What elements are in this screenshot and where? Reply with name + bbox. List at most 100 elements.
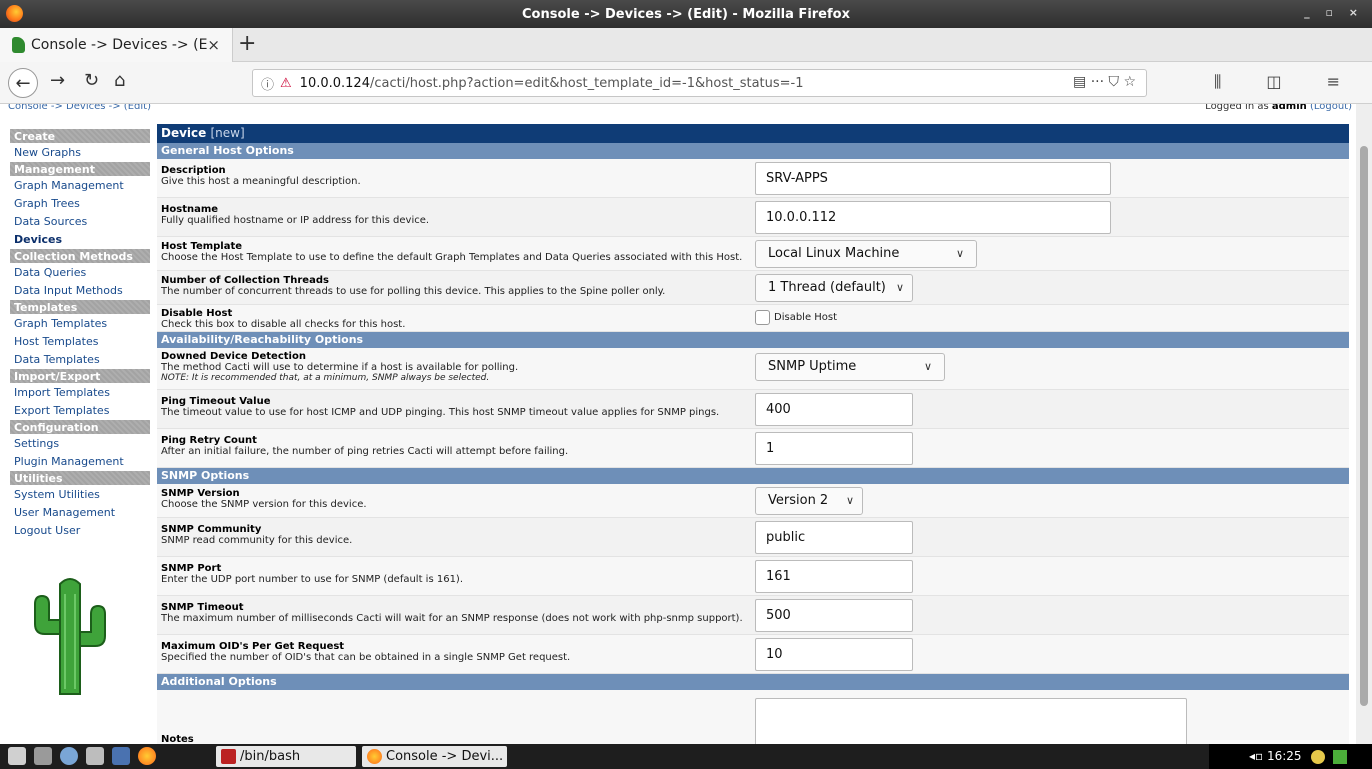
sidebar-menu: Create New Graphs Management Graph Manageme…: [10, 129, 150, 540]
row-ping-timeout: Ping Timeout Value The timeout value to u…: [157, 390, 1349, 429]
scrollbar-thumb[interactable]: [1360, 146, 1368, 706]
url-bar-actions[interactable]: ▤ ··· ⛉ ☆: [1073, 74, 1136, 90]
page-scrollbar[interactable]: [1356, 104, 1372, 744]
sidebar-item-import-templates[interactable]: Import Templates: [10, 384, 150, 402]
desktop-switcher-icon[interactable]: [112, 747, 130, 765]
disable-host-checkbox-label: Disable Host: [774, 312, 838, 323]
sidebar-item-system-utilities[interactable]: System Utilities: [10, 486, 150, 504]
browser-tab[interactable]: Console -> Devices -> (E ×: [0, 28, 233, 62]
notification-icon[interactable]: [1311, 749, 1326, 764]
ping-timeout-input[interactable]: 400: [755, 393, 913, 426]
file-manager-icon[interactable]: [34, 747, 52, 765]
row-downed-device-detection: Downed Device Detection The method Cacti …: [157, 348, 1349, 390]
sidebar-header-templates: Templates: [10, 300, 150, 315]
chevron-down-icon: ∨: [955, 247, 964, 260]
volume-icon[interactable]: ◂▫: [1249, 749, 1263, 763]
sidebar-item-data-queries[interactable]: Data Queries: [10, 264, 150, 282]
insecure-connection-icon: ⚠: [280, 75, 292, 91]
sidebar-item-graph-templates[interactable]: Graph Templates: [10, 315, 150, 333]
row-disable-host: Disable Host Check this box to disable al…: [157, 305, 1349, 332]
tab-label: Console -> Devices -> (E: [31, 37, 208, 53]
max-oids-input[interactable]: 10: [755, 638, 913, 671]
ping-retry-input[interactable]: 1: [755, 432, 913, 465]
tab-close-icon[interactable]: ×: [207, 36, 220, 54]
chevron-down-icon: ∨: [923, 360, 932, 373]
downed-detection-select[interactable]: SNMP Uptime ∨: [755, 353, 945, 381]
form-title: Device [new]: [157, 124, 1349, 143]
url-path: /cacti/host.php?action=edit&host_templat…: [369, 75, 804, 91]
row-description: Description Give this host a meaningful d…: [157, 159, 1349, 198]
system-tray: ◂▫ 16:25: [1209, 744, 1372, 769]
info-icon[interactable]: ⓘ: [261, 74, 274, 93]
cacti-logo-icon: [34, 578, 106, 695]
section-additional-options: Additional Options: [157, 674, 1349, 690]
firefox-logo-icon: [6, 5, 23, 22]
navigation-bar: ← → ↻ ⌂ ⓘ ⚠ 10.0.0.124/cacti/host.php?ac…: [0, 62, 1372, 104]
row-max-oids: Maximum OID's Per Get Request Specified t…: [157, 635, 1349, 674]
snmp-port-input[interactable]: 161: [755, 560, 913, 593]
row-collection-threads: Number of Collection Threads The number o…: [157, 271, 1349, 305]
sidebar-item-user-management[interactable]: User Management: [10, 504, 150, 522]
window-title: Console -> Devices -> (Edit) - Mozilla F…: [522, 6, 850, 22]
cacti-favicon-icon: [12, 37, 25, 53]
host-template-select[interactable]: Local Linux Machine ∨: [755, 240, 977, 268]
login-status: Logged in as admin (Logout): [1205, 104, 1352, 112]
sidebar-item-graph-management[interactable]: Graph Management: [10, 177, 150, 195]
sidebar-item-data-input-methods[interactable]: Data Input Methods: [10, 282, 150, 300]
row-hostname: Hostname Fully qualified hostname or IP a…: [157, 198, 1349, 237]
device-edit-form: Device [new] General Host Options Descri…: [157, 124, 1349, 744]
snmp-community-input[interactable]: public: [755, 521, 913, 554]
username: admin: [1271, 104, 1307, 112]
page-content: Console -> Devices -> (Edit) Logged in a…: [0, 104, 1356, 744]
taskbar-item-firefox[interactable]: Console -> Devi...: [362, 746, 507, 767]
snmp-timeout-input[interactable]: 500: [755, 599, 913, 632]
snmp-version-select[interactable]: Version 2 ∨: [755, 487, 863, 515]
sidebar-item-host-templates[interactable]: Host Templates: [10, 333, 150, 351]
back-button[interactable]: ←: [8, 68, 38, 98]
home-button[interactable]: ⌂: [114, 70, 125, 91]
firefox-launcher-icon[interactable]: [138, 747, 156, 765]
update-icon[interactable]: [1333, 749, 1348, 764]
forward-button[interactable]: →: [50, 70, 65, 91]
start-menu-icon[interactable]: [8, 747, 26, 765]
logout-link[interactable]: (Logout): [1310, 104, 1352, 112]
page-top-info: Console -> Devices -> (Edit) Logged in a…: [8, 104, 1352, 113]
sidebar-item-export-templates[interactable]: Export Templates: [10, 402, 150, 420]
sidebar-item-logout-user[interactable]: Logout User: [10, 522, 150, 540]
hostname-input[interactable]: 10.0.0.112: [755, 201, 1111, 234]
sidebar-header-configuration: Configuration: [10, 420, 150, 435]
browser-launcher-icon[interactable]: [60, 747, 78, 765]
row-snmp-version: SNMP Version Choose the SNMP version for …: [157, 484, 1349, 518]
sidebar-item-data-sources[interactable]: Data Sources: [10, 213, 150, 231]
tab-strip: Console -> Devices -> (E × +: [0, 28, 1372, 62]
terminal-launcher-icon[interactable]: [86, 747, 104, 765]
notes-textarea[interactable]: [755, 698, 1187, 744]
window-controls[interactable]: _ ▫ ×: [1304, 6, 1364, 19]
terminal-icon: [221, 749, 236, 764]
url-bar[interactable]: ⓘ ⚠ 10.0.0.124/cacti/host.php?action=edi…: [252, 69, 1147, 97]
sidebar-item-plugin-management[interactable]: Plugin Management: [10, 453, 150, 471]
sidebar-item-devices[interactable]: Devices: [10, 231, 150, 249]
threads-select[interactable]: 1 Thread (default) ∨: [755, 274, 913, 302]
description-input[interactable]: SRV-APPS: [755, 162, 1111, 195]
reload-button[interactable]: ↻: [84, 70, 99, 91]
back-arrow-icon: ←: [15, 72, 31, 94]
clock: 16:25: [1266, 749, 1302, 763]
breadcrumb[interactable]: Console -> Devices -> (Edit): [8, 104, 151, 112]
firefox-icon: [367, 749, 382, 764]
window-titlebar: Console -> Devices -> (Edit) - Mozilla F…: [0, 0, 1372, 28]
new-tab-button[interactable]: +: [238, 31, 256, 56]
sidebar-header-management: Management: [10, 162, 150, 177]
sidebar-item-settings[interactable]: Settings: [10, 435, 150, 453]
url-host: 10.0.0.124: [299, 75, 370, 91]
sidebar-item-data-templates[interactable]: Data Templates: [10, 351, 150, 369]
sidebar-item-new-graphs[interactable]: New Graphs: [10, 144, 150, 162]
chevron-down-icon: ∨: [895, 281, 904, 294]
disable-host-checkbox[interactable]: [755, 310, 770, 325]
disable-host-control[interactable]: Disable Host: [755, 310, 837, 325]
taskbar-item-bash[interactable]: /bin/bash: [216, 746, 356, 767]
sidebar-item-graph-trees[interactable]: Graph Trees: [10, 195, 150, 213]
section-availability-options: Availability/Reachability Options: [157, 332, 1349, 348]
row-snmp-community: SNMP Community SNMP read community for th…: [157, 518, 1349, 557]
browser-menu-icons[interactable]: ⫼ ◫ ≡: [1214, 72, 1360, 92]
